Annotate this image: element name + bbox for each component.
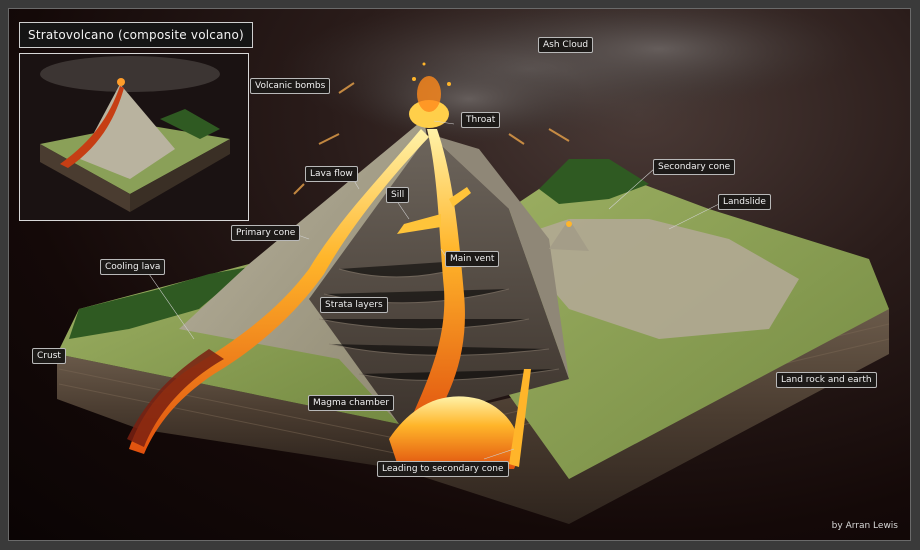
label-throat: Throat bbox=[461, 112, 501, 128]
label-land-rock-and-earth: Land rock and earth bbox=[776, 372, 877, 388]
label-cooling-lava: Cooling lava bbox=[100, 259, 166, 275]
inset-volcano-illustration bbox=[20, 54, 248, 220]
label-secondary-cone: Secondary cone bbox=[653, 159, 736, 175]
label-crust: Crust bbox=[32, 348, 66, 364]
diagram-frame: Stratovolcano (composite volcano) Ash Cl… bbox=[8, 8, 911, 541]
label-volcanic-bombs: Volcanic bombs bbox=[250, 78, 331, 94]
label-magma-chamber: Magma chamber bbox=[308, 395, 395, 411]
label-lava-flow: Lava flow bbox=[305, 166, 358, 182]
inset-thumbnail bbox=[19, 53, 249, 221]
artist-credit: by Arran Lewis bbox=[831, 521, 898, 531]
label-primary-cone: Primary cone bbox=[231, 225, 301, 241]
label-strata-layers: Strata layers bbox=[320, 297, 388, 313]
label-main-vent: Main vent bbox=[445, 251, 500, 267]
label-leading-to-secondary-cone: Leading to secondary cone bbox=[377, 461, 509, 477]
ash-cloud bbox=[279, 9, 859, 144]
label-ash-cloud: Ash Cloud bbox=[538, 37, 594, 53]
label-sill: Sill bbox=[386, 187, 410, 203]
diagram-title: Stratovolcano (composite volcano) bbox=[19, 22, 253, 48]
label-landslide: Landslide bbox=[718, 194, 771, 210]
